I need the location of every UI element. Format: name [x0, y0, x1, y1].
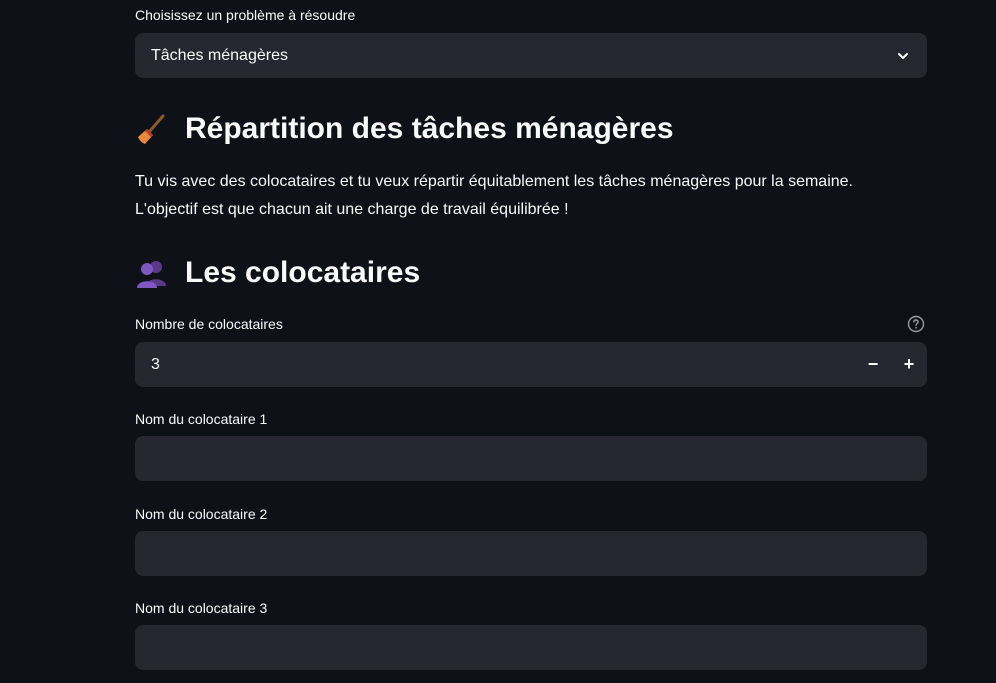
intro-paragraph: Tu vis avec des colocataires et tu veux …	[135, 168, 927, 224]
roommate-2-input[interactable]	[151, 543, 911, 564]
problem-select[interactable]: Tâches ménagères	[135, 33, 927, 78]
section-title-text: Répartition des tâches ménagères	[185, 112, 674, 145]
roommate-count-label-row: Nombre de colocataires	[135, 315, 927, 333]
section-title-repartition: Répartition des tâches ménagères	[135, 111, 674, 147]
roommate-3-input[interactable]	[151, 637, 911, 658]
quantity-stepper: − +	[855, 342, 927, 387]
decrement-button[interactable]: −	[855, 342, 891, 387]
increment-button[interactable]: +	[891, 342, 927, 387]
problem-select-label: Choisissez un problème à résoudre	[135, 7, 356, 23]
section-title-text: Les colocataires	[185, 256, 421, 289]
roommate-2-field[interactable]	[135, 531, 927, 576]
roommate-1-field[interactable]	[135, 436, 927, 481]
roommate-count-label: Nombre de colocataires	[135, 316, 283, 332]
roommate-count-value[interactable]: 3	[151, 356, 855, 374]
problem-select-value: Tâches ménagères	[151, 46, 288, 64]
roommate-3-field[interactable]	[135, 625, 927, 670]
roommate-2-label: Nom du colocataire 2	[135, 506, 268, 522]
two-people-icon	[135, 256, 169, 290]
roommate-1-label: Nom du colocataire 1	[135, 411, 268, 427]
broom-icon	[135, 112, 169, 146]
intro-line-1: Tu vis avec des colocataires et tu veux …	[135, 173, 853, 190]
roommate-count-input[interactable]: 3 − +	[135, 342, 927, 387]
roommate-3-label: Nom du colocataire 3	[135, 600, 268, 616]
section-title-colocataires: Les colocataires	[135, 255, 420, 291]
intro-line-2: L'objectif est que chacun ait une charge…	[135, 201, 569, 218]
chevron-down-icon[interactable]	[895, 48, 911, 64]
help-icon[interactable]	[907, 315, 925, 333]
roommate-1-input[interactable]	[151, 448, 911, 469]
